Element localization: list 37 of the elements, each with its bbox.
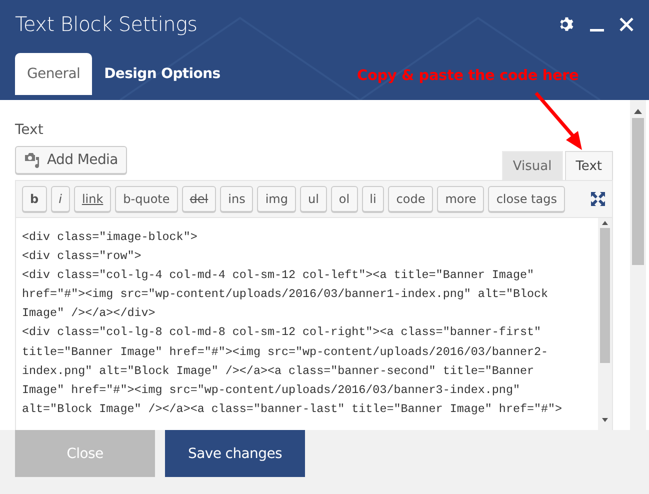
code-line: title="Banner Image" href="#"><img src="wp-content/uploads/2016/03/banner2- [22, 344, 550, 361]
close-icon[interactable] [619, 16, 634, 32]
quicktag-button[interactable]: close tags [488, 186, 565, 212]
fullscreen-icon[interactable] [590, 191, 606, 207]
media-icon [24, 152, 41, 168]
code-line: <div class="row"> [22, 248, 142, 266]
tab[interactable]: General [15, 53, 92, 95]
annotation-text: Copy & paste the code here [357, 68, 579, 84]
code-line: <div class="col-lg-8 col-md-8 col-sm-12 col-right"><a class="banner-first" [22, 324, 542, 342]
quicktag-button[interactable]: li [362, 186, 384, 212]
window-title: Text Block Settings [15, 12, 198, 36]
save-button[interactable]: Save changes [165, 430, 305, 477]
code-line: index.png" alt="Block Image" /></a><a class="banner-second" title="Banner [22, 362, 535, 380]
add-media-button[interactable]: Add Media [15, 146, 127, 174]
editor-tab[interactable]: Visual [502, 151, 563, 180]
field-label: Text [15, 122, 44, 138]
quicktag-button[interactable]: b [22, 186, 47, 212]
quicktag-button[interactable]: code [388, 186, 434, 212]
code-line: <div class="col-lg-4 col-md-4 col-sm-12 col-left"><a title="Banner Image" [22, 267, 535, 284]
quicktag-button[interactable]: i [50, 186, 70, 212]
code-line: href="#"><img src="wp-content/uploads/2016/03/banner1-index.png" alt="Block [22, 286, 550, 304]
editor-tab[interactable]: Text [564, 151, 613, 180]
code-line: alt="Block Image" /></a><a class="banner-last" title="Banner Image" href="#"> [22, 400, 564, 418]
tab[interactable]: Design Options [92, 53, 232, 95]
quicktag-button[interactable]: ins [220, 186, 254, 212]
quicktag-button[interactable]: del [182, 186, 216, 212]
quicktag-button[interactable]: ol [330, 186, 358, 212]
quicktag-button[interactable]: img [257, 186, 296, 212]
settings-icon[interactable] [558, 16, 575, 32]
quicktag-button[interactable]: more [437, 186, 484, 212]
code-line: Image" href="#"><img src="wp-content/uploads/2016/03/banner3-index.png" [22, 382, 521, 399]
quicktag-button[interactable]: ul [300, 186, 327, 212]
scrollbar[interactable] [630, 100, 646, 430]
quicktag-button[interactable]: b-quote [115, 186, 178, 212]
quicktag-button[interactable]: link [74, 186, 112, 212]
code-line: <div class="image-block"> [22, 229, 198, 246]
code-line: Image" /></a></div> [22, 305, 156, 322]
